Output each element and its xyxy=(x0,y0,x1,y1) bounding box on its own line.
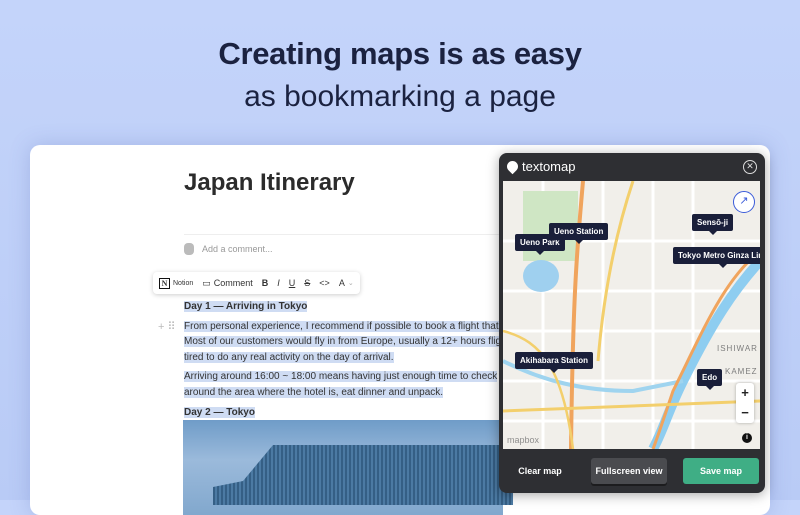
comment-button[interactable]: ▭ Comment xyxy=(202,278,253,289)
fullscreen-view-button[interactable]: Fullscreen view xyxy=(591,458,667,484)
underline-button[interactable]: U xyxy=(289,278,296,288)
temple-photo xyxy=(183,420,513,515)
temple-roof xyxy=(213,445,513,505)
clear-map-button[interactable]: Clear map xyxy=(505,458,575,484)
info-icon[interactable]: i xyxy=(742,433,752,443)
map[interactable]: ↗ ISHIWAR KAMEZ Ueno Park Ueno Station S… xyxy=(503,181,760,449)
paragraph-line: Arriving around 16:00 ~ 18:00 means havi… xyxy=(184,371,498,382)
block-drag-handle[interactable]: + ⠿ xyxy=(158,320,176,333)
zoom-controls: + − xyxy=(736,383,754,423)
notion-logo-icon: N xyxy=(159,277,170,289)
district-label: ISHIWAR xyxy=(717,344,758,353)
save-map-button[interactable]: Save map xyxy=(683,458,759,484)
close-icon[interactable]: ✕ xyxy=(743,160,757,174)
page-title: Japan Itinerary xyxy=(184,169,355,196)
marker-edo[interactable]: Edo xyxy=(697,369,723,390)
marker-akihabara[interactable]: Akihabara Station xyxy=(515,352,594,373)
paragraph-line: around the area where the hotel is, eat … xyxy=(184,386,444,398)
zoom-out-button[interactable]: − xyxy=(736,403,754,423)
comment-label: Comment xyxy=(213,278,253,288)
pond xyxy=(523,260,559,292)
code-button[interactable]: <> xyxy=(319,278,330,288)
paragraph-line: tired to do any real activity on the day… xyxy=(184,351,394,363)
add-comment[interactable]: Add a comment... xyxy=(184,243,273,255)
text-color-button[interactable]: A ⌄ xyxy=(339,278,354,288)
marker-sensoji[interactable]: Sensō-ji xyxy=(692,214,734,235)
divider xyxy=(184,234,524,235)
panel-actions: Clear map Fullscreen view Save map xyxy=(499,453,765,489)
italic-button[interactable]: I xyxy=(277,278,280,288)
map-pin-logo-icon xyxy=(504,158,521,175)
chevron-down-icon: ⌄ xyxy=(347,280,354,287)
notion-button[interactable]: N Notion xyxy=(159,277,194,289)
mapbox-attribution[interactable]: mapbox xyxy=(507,435,539,445)
format-toolbar: N Notion ▭ Comment B I U S <> A ⌄ xyxy=(153,272,360,294)
day2-heading: Day 2 — Tokyo xyxy=(184,407,255,418)
route-toggle-icon[interactable]: ↗ xyxy=(733,191,755,213)
hero-subtitle: as bookmarking a page xyxy=(244,80,556,113)
avatar xyxy=(184,243,194,255)
paragraph-line: Most of our customers would fly in from … xyxy=(184,336,500,347)
marker-ginza-line[interactable]: Tokyo Metro Ginza Line xyxy=(673,247,760,268)
bold-button[interactable]: B xyxy=(262,278,269,288)
textomap-panel: textomap ✕ ↗ ISHIWAR KAMEZ Ueno Park Uen… xyxy=(499,153,765,493)
strikethrough-button[interactable]: S xyxy=(304,278,310,288)
comment-icon: ▭ xyxy=(202,277,211,288)
paragraph-line: From personal experience, I recommend if… xyxy=(184,320,499,332)
day1-heading: Day 1 — Arriving in Tokyo xyxy=(184,301,308,312)
zoom-in-button[interactable]: + xyxy=(736,383,754,403)
marker-ueno-station[interactable]: Ueno Station xyxy=(549,223,609,244)
district-label: KAMEZ xyxy=(725,367,758,376)
brand: textomap xyxy=(504,158,576,175)
notion-label: Notion xyxy=(173,279,194,287)
document-body: Day 1 — Arriving in Tokyo From personal … xyxy=(184,298,500,421)
hero-title: Creating maps is as easy xyxy=(218,36,582,71)
comment-placeholder: Add a comment... xyxy=(202,244,273,254)
text-color-label: A xyxy=(338,278,345,288)
brand-name: textomap xyxy=(522,159,576,174)
